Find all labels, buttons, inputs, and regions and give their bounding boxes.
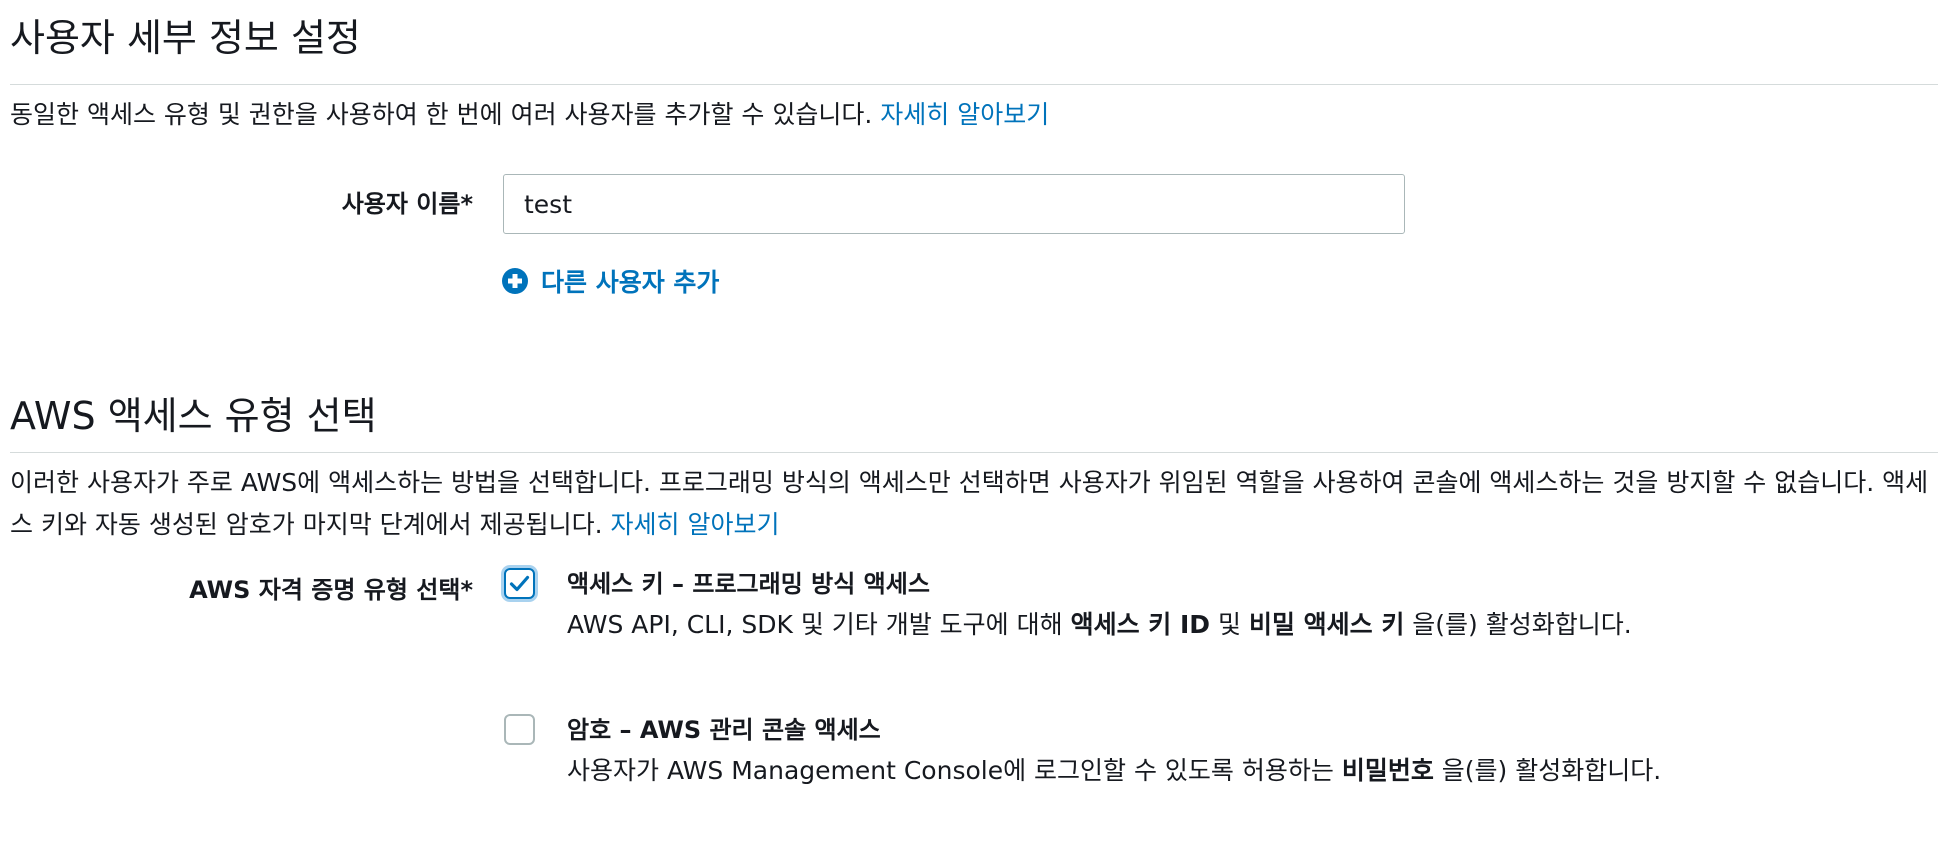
user-details-description-text: 동일한 액세스 유형 및 권한을 사용하여 한 번에 여러 사용자를 추가할 수… xyxy=(10,100,873,129)
iam-add-user-page: 사용자 세부 정보 설정 동일한 액세스 유형 및 권한을 사용하여 한 번에 … xyxy=(0,0,1948,842)
password-desc-text: 을(를) 활성화합니다. xyxy=(1433,756,1662,785)
credential-type-label: AWS 자격 증명 유형 선택* xyxy=(189,576,473,604)
access-key-option-description: AWS API, CLI, SDK 및 기타 개발 도구에 대해 액세스 키 I… xyxy=(567,604,1662,645)
password-checkbox[interactable] xyxy=(504,714,535,745)
access-key-desc-text: AWS API, CLI, SDK 및 기타 개발 도구에 대해 xyxy=(567,610,1071,639)
learn-more-link[interactable]: 자세히 알아보기 xyxy=(611,510,780,539)
access-type-description: 이러한 사용자가 주로 AWS에 액세스하는 방법을 선택합니다. 프로그래밍 … xyxy=(10,462,1935,546)
password-option-title: 암호 – AWS 관리 콘솔 액세스 xyxy=(567,716,881,744)
add-another-user-label: 다른 사용자 추가 xyxy=(541,268,720,297)
section-divider xyxy=(10,452,1938,453)
access-key-desc-text: 을(를) 활성화합니다. xyxy=(1404,610,1632,639)
access-key-checkbox[interactable] xyxy=(504,568,535,599)
username-label: 사용자 이름* xyxy=(341,190,473,218)
access-key-desc-text: 및 xyxy=(1210,610,1249,639)
user-details-title: 사용자 세부 정보 설정 xyxy=(10,16,361,60)
user-details-description: 동일한 액세스 유형 및 권한을 사용하여 한 번에 여러 사용자를 추가할 수… xyxy=(10,94,1049,136)
learn-more-link[interactable]: 자세히 알아보기 xyxy=(880,100,1049,129)
username-input[interactable] xyxy=(503,174,1405,234)
add-another-user-button[interactable]: 다른 사용자 추가 xyxy=(501,263,719,299)
access-type-title: AWS 액세스 유형 선택 xyxy=(10,394,377,438)
password-option: 암호 – AWS 관리 콘솔 액세스 사용자가 AWS Management C… xyxy=(567,710,1662,791)
plus-circle-icon xyxy=(502,268,528,294)
access-key-id-term: 액세스 키 ID xyxy=(1070,610,1211,639)
password-desc-text: 사용자가 AWS Management Console에 로그인할 수 있도록 … xyxy=(567,756,1342,785)
section-divider xyxy=(10,84,1938,85)
password-term: 비밀번호 xyxy=(1341,756,1434,785)
secret-access-key-term: 비밀 액세스 키 xyxy=(1248,610,1405,639)
access-key-option: 액세스 키 – 프로그래밍 방식 액세스 AWS API, CLI, SDK 및… xyxy=(567,564,1662,645)
password-option-description: 사용자가 AWS Management Console에 로그인할 수 있도록 … xyxy=(567,750,1662,791)
access-key-option-title: 액세스 키 – 프로그래밍 방식 액세스 xyxy=(567,570,930,598)
access-type-description-text: 이러한 사용자가 주로 AWS에 액세스하는 방법을 선택합니다. 프로그래밍 … xyxy=(10,468,1929,539)
checkmark-icon xyxy=(509,575,530,592)
